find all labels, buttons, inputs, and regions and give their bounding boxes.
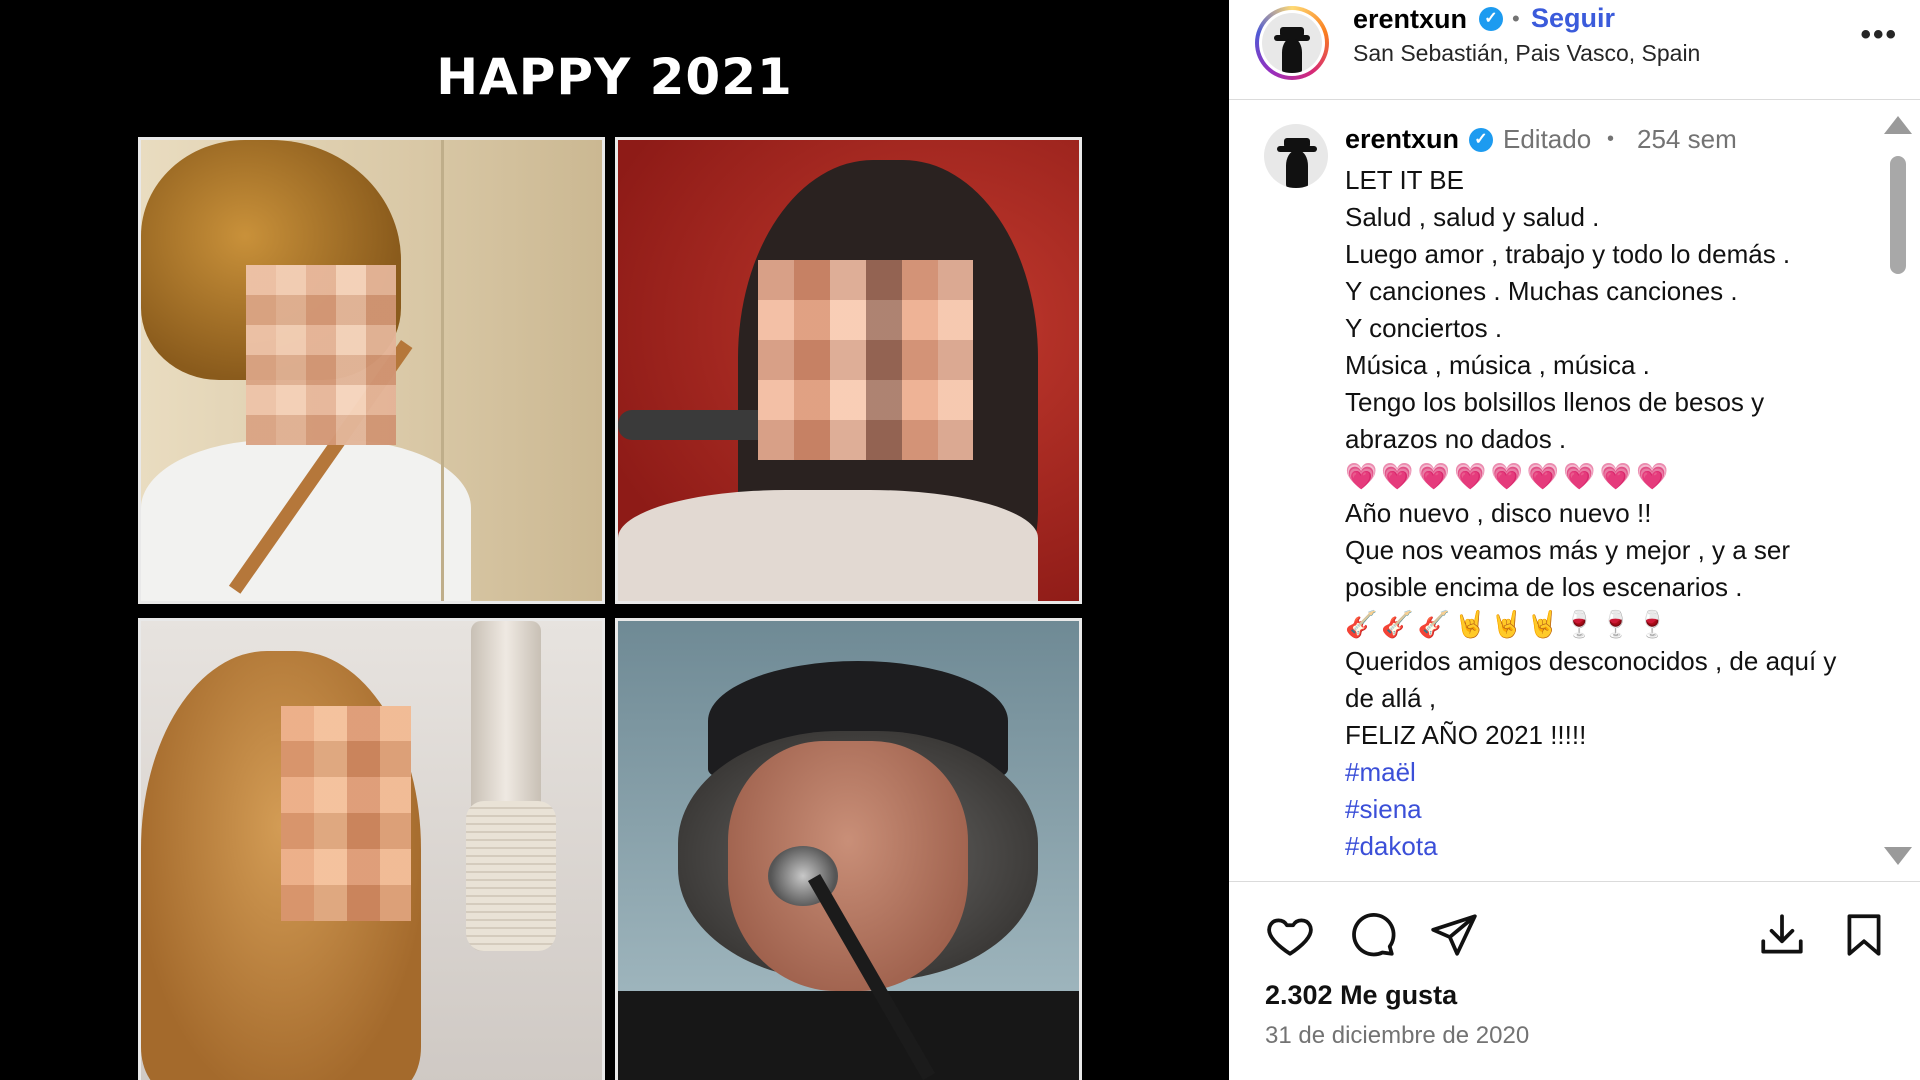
send-icon[interactable] [1429, 910, 1479, 960]
guitar-emoji-line: 🎸🎸🎸🤘🤘🤘🍷🍷🍷 [1345, 609, 1673, 639]
more-options-icon[interactable]: ••• [1860, 18, 1898, 52]
photo-man-singing [615, 618, 1082, 1080]
caption-line: Salud , salud y salud . [1345, 202, 1600, 232]
caption-line: LET IT BE [1345, 165, 1464, 195]
comments-section[interactable]: erentxun ✓ Editado • 254 sem LET IT BE S… [1229, 100, 1920, 882]
avatar[interactable] [1264, 124, 1328, 188]
photo-studio [138, 618, 605, 1080]
heart-icon[interactable] [1265, 910, 1315, 960]
caption-text: LET IT BE Salud , salud y salud . Luego … [1345, 162, 1855, 865]
caption-line: Que nos veamos más y mejor , y a ser pos… [1345, 535, 1791, 602]
hashtag-link[interactable]: #siena [1345, 791, 1855, 828]
hashtag-link[interactable]: #dakota [1345, 828, 1855, 865]
edited-label: Editado [1503, 124, 1592, 154]
caption-line: Año nuevo , disco nuevo !! [1345, 498, 1652, 528]
meta-dot: • [1607, 128, 1615, 150]
caption-line: FELIZ AÑO 2021 !!!!! [1345, 720, 1587, 750]
caption-line: Tengo los bolsillos llenos de besos y ab… [1345, 387, 1765, 454]
verified-icon: ✓ [1469, 128, 1493, 152]
caption-username[interactable]: erentxun [1345, 124, 1459, 155]
post-panel: erentxun ✓ • Seguir San Sebastián, Pais … [1229, 0, 1920, 1080]
follow-button[interactable]: Seguir [1531, 3, 1615, 34]
location-link[interactable]: San Sebastián, Pais Vasco, Spain [1353, 40, 1700, 67]
download-icon[interactable] [1757, 910, 1807, 960]
photo-singer [615, 137, 1082, 604]
hashtag-link[interactable]: #maël [1345, 754, 1855, 791]
scroll-up-arrow[interactable] [1884, 116, 1912, 134]
caption-line: Luego amor , trabajo y todo lo demás . [1345, 239, 1791, 269]
post-media[interactable]: HAPPY 2021 [0, 0, 1229, 1080]
caption-line: Queridos amigos desconocidos , de aquí y… [1345, 646, 1837, 713]
likes-count[interactable]: 2.302 Me gusta [1265, 980, 1457, 1011]
post-header: erentxun ✓ • Seguir San Sebastián, Pais … [1229, 0, 1920, 100]
post-date: 31 de diciembre de 2020 [1265, 1022, 1530, 1049]
heart-emoji-line: 💗💗💗💗💗💗💗💗💗 [1345, 461, 1673, 491]
header-separator: • [1512, 6, 1520, 31]
scroll-down-arrow[interactable] [1884, 847, 1912, 865]
caption-line: Y canciones . Muchas canciones . [1345, 276, 1738, 306]
caption-line: Música , música , música . [1345, 350, 1650, 380]
header-username[interactable]: erentxun [1353, 4, 1467, 35]
media-title: HAPPY 2021 [436, 48, 793, 106]
scrollbar-thumb[interactable] [1890, 156, 1906, 274]
verified-icon: ✓ [1479, 7, 1503, 31]
bookmark-icon[interactable] [1839, 910, 1889, 960]
comment-icon[interactable] [1347, 910, 1397, 960]
caption-line: Y conciertos . [1345, 313, 1503, 343]
avatar [1262, 13, 1322, 73]
post-age: 254 sem [1637, 124, 1737, 154]
photo-drummer [138, 137, 605, 604]
profile-avatar-ring[interactable] [1255, 6, 1329, 80]
